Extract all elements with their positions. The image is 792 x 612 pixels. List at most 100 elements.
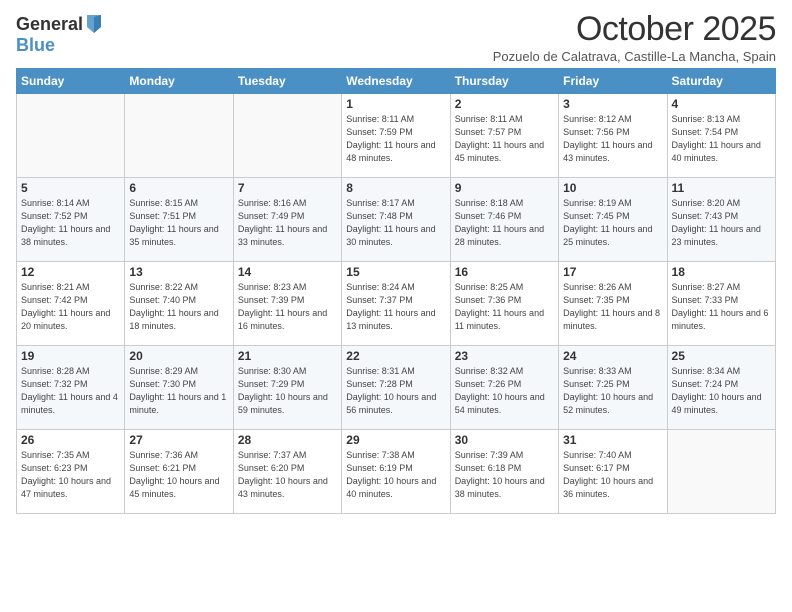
calendar-week-0: 1Sunrise: 8:11 AM Sunset: 7:59 PM Daylig… [17, 94, 776, 178]
day-number: 21 [238, 349, 337, 363]
page: General Blue October 2025 Pozuelo de Cal… [0, 0, 792, 612]
table-row: 16 Sunrise: 8:25 AM Sunset: 7:36 PM Dayli… [450, 262, 558, 346]
logo-icon [85, 13, 103, 35]
calendar: Sunday Monday Tuesday Wednesday Thursday… [16, 68, 776, 514]
logo-blue: Blue [16, 35, 55, 55]
day-info: Sunrise: 8:13 AM Sunset: 7:54 PM Dayligh… [672, 113, 771, 165]
day-number: 24 [563, 349, 662, 363]
day-info: Sunrise: 8:12 AM Sunset: 7:56 PM Dayligh… [563, 113, 662, 165]
day-number: 5 [21, 181, 120, 195]
day-number: 26 [21, 433, 120, 447]
table-row: 31Sunrise: 7:40 AM Sunset: 6:17 PM Dayli… [559, 430, 667, 514]
header-friday: Friday [559, 69, 667, 94]
table-row: 12 Sunrise: 8:21 AM Sunset: 7:42 PM Dayli… [17, 262, 125, 346]
day-info: Sunrise: 8:15 AM Sunset: 7:51 PM Dayligh… [129, 197, 228, 249]
day-info: Sunrise: 8:31 AM Sunset: 7:28 PM Dayligh… [346, 365, 445, 417]
table-row: 1Sunrise: 8:11 AM Sunset: 7:59 PM Daylig… [342, 94, 450, 178]
table-row [233, 94, 341, 178]
table-row: 27 Sunrise: 7:36 AM Sunset: 6:21 PM Dayli… [125, 430, 233, 514]
day-number: 8 [346, 181, 445, 195]
day-info: Sunrise: 8:23 AM Sunset: 7:39 PM Dayligh… [238, 281, 337, 333]
table-row: 4Sunrise: 8:13 AM Sunset: 7:54 PM Daylig… [667, 94, 775, 178]
day-info: Sunrise: 8:21 AM Sunset: 7:42 PM Dayligh… [21, 281, 120, 333]
header-saturday: Saturday [667, 69, 775, 94]
day-number: 3 [563, 97, 662, 111]
day-number: 28 [238, 433, 337, 447]
table-row [667, 430, 775, 514]
day-info: Sunrise: 8:27 AM Sunset: 7:33 PM Dayligh… [672, 281, 771, 333]
header-tuesday: Tuesday [233, 69, 341, 94]
day-info: Sunrise: 8:33 AM Sunset: 7:25 PM Dayligh… [563, 365, 662, 417]
day-number: 20 [129, 349, 228, 363]
table-row: 15Sunrise: 8:24 AM Sunset: 7:37 PM Dayli… [342, 262, 450, 346]
table-row: 20 Sunrise: 8:29 AM Sunset: 7:30 PM Dayli… [125, 346, 233, 430]
day-number: 16 [455, 265, 554, 279]
day-info: Sunrise: 7:38 AM Sunset: 6:19 PM Dayligh… [346, 449, 445, 501]
header-monday: Monday [125, 69, 233, 94]
table-row: 28 Sunrise: 7:37 AM Sunset: 6:20 PM Dayli… [233, 430, 341, 514]
day-number: 27 [129, 433, 228, 447]
table-row: 29Sunrise: 7:38 AM Sunset: 6:19 PM Dayli… [342, 430, 450, 514]
day-number: 1 [346, 97, 445, 111]
day-info: Sunrise: 8:19 AM Sunset: 7:45 PM Dayligh… [563, 197, 662, 249]
table-row: 17 Sunrise: 8:26 AM Sunset: 7:35 PM Dayli… [559, 262, 667, 346]
month-title: October 2025 [493, 10, 776, 49]
day-info: Sunrise: 8:18 AM Sunset: 7:46 PM Dayligh… [455, 197, 554, 249]
table-row: 2 Sunrise: 8:11 AM Sunset: 7:57 PM Daylig… [450, 94, 558, 178]
day-info: Sunrise: 7:39 AM Sunset: 6:18 PM Dayligh… [455, 449, 554, 501]
day-info: Sunrise: 8:26 AM Sunset: 7:35 PM Dayligh… [563, 281, 662, 333]
table-row: 11 Sunrise: 8:20 AM Sunset: 7:43 PM Dayli… [667, 178, 775, 262]
table-row: 23Sunrise: 8:32 AM Sunset: 7:26 PM Dayli… [450, 346, 558, 430]
table-row: 5Sunrise: 8:14 AM Sunset: 7:52 PM Daylig… [17, 178, 125, 262]
logo-text-block: General Blue [16, 14, 103, 56]
day-info: Sunrise: 8:17 AM Sunset: 7:48 PM Dayligh… [346, 197, 445, 249]
title-block: October 2025 Pozuelo de Calatrava, Casti… [493, 10, 776, 64]
table-row: 10 Sunrise: 8:19 AM Sunset: 7:45 PM Dayli… [559, 178, 667, 262]
header-thursday: Thursday [450, 69, 558, 94]
header-sunday: Sunday [17, 69, 125, 94]
logo-general: General [16, 14, 83, 35]
table-row: 14 Sunrise: 8:23 AM Sunset: 7:39 PM Dayli… [233, 262, 341, 346]
day-number: 10 [563, 181, 662, 195]
day-info: Sunrise: 7:36 AM Sunset: 6:21 PM Dayligh… [129, 449, 228, 501]
day-info: Sunrise: 8:25 AM Sunset: 7:36 PM Dayligh… [455, 281, 554, 333]
day-number: 25 [672, 349, 771, 363]
day-info: Sunrise: 8:20 AM Sunset: 7:43 PM Dayligh… [672, 197, 771, 249]
calendar-week-3: 19 Sunrise: 8:28 AM Sunset: 7:32 PM Dayli… [17, 346, 776, 430]
day-number: 18 [672, 265, 771, 279]
calendar-week-2: 12 Sunrise: 8:21 AM Sunset: 7:42 PM Dayli… [17, 262, 776, 346]
day-info: Sunrise: 8:16 AM Sunset: 7:49 PM Dayligh… [238, 197, 337, 249]
day-number: 12 [21, 265, 120, 279]
table-row: 24 Sunrise: 8:33 AM Sunset: 7:25 PM Dayli… [559, 346, 667, 430]
day-info: Sunrise: 8:28 AM Sunset: 7:32 PM Dayligh… [21, 365, 120, 417]
day-number: 7 [238, 181, 337, 195]
day-number: 14 [238, 265, 337, 279]
day-number: 11 [672, 181, 771, 195]
day-number: 31 [563, 433, 662, 447]
header: General Blue October 2025 Pozuelo de Cal… [16, 10, 776, 64]
day-number: 30 [455, 433, 554, 447]
table-row: 22 Sunrise: 8:31 AM Sunset: 7:28 PM Dayli… [342, 346, 450, 430]
table-row: 8 Sunrise: 8:17 AM Sunset: 7:48 PM Daylig… [342, 178, 450, 262]
day-number: 6 [129, 181, 228, 195]
table-row: 9Sunrise: 8:18 AM Sunset: 7:46 PM Daylig… [450, 178, 558, 262]
calendar-week-4: 26Sunrise: 7:35 AM Sunset: 6:23 PM Dayli… [17, 430, 776, 514]
table-row: 19 Sunrise: 8:28 AM Sunset: 7:32 PM Dayli… [17, 346, 125, 430]
day-number: 2 [455, 97, 554, 111]
table-row: 3 Sunrise: 8:12 AM Sunset: 7:56 PM Daylig… [559, 94, 667, 178]
table-row: 30 Sunrise: 7:39 AM Sunset: 6:18 PM Dayli… [450, 430, 558, 514]
day-info: Sunrise: 8:22 AM Sunset: 7:40 PM Dayligh… [129, 281, 228, 333]
calendar-header-row: Sunday Monday Tuesday Wednesday Thursday… [17, 69, 776, 94]
header-wednesday: Wednesday [342, 69, 450, 94]
day-info: Sunrise: 7:37 AM Sunset: 6:20 PM Dayligh… [238, 449, 337, 501]
day-number: 17 [563, 265, 662, 279]
table-row: 26Sunrise: 7:35 AM Sunset: 6:23 PM Dayli… [17, 430, 125, 514]
day-info: Sunrise: 8:29 AM Sunset: 7:30 PM Dayligh… [129, 365, 228, 417]
day-info: Sunrise: 8:11 AM Sunset: 7:57 PM Dayligh… [455, 113, 554, 165]
table-row: 13Sunrise: 8:22 AM Sunset: 7:40 PM Dayli… [125, 262, 233, 346]
day-info: Sunrise: 8:32 AM Sunset: 7:26 PM Dayligh… [455, 365, 554, 417]
calendar-week-1: 5Sunrise: 8:14 AM Sunset: 7:52 PM Daylig… [17, 178, 776, 262]
day-number: 22 [346, 349, 445, 363]
table-row: 7 Sunrise: 8:16 AM Sunset: 7:49 PM Daylig… [233, 178, 341, 262]
day-number: 19 [21, 349, 120, 363]
